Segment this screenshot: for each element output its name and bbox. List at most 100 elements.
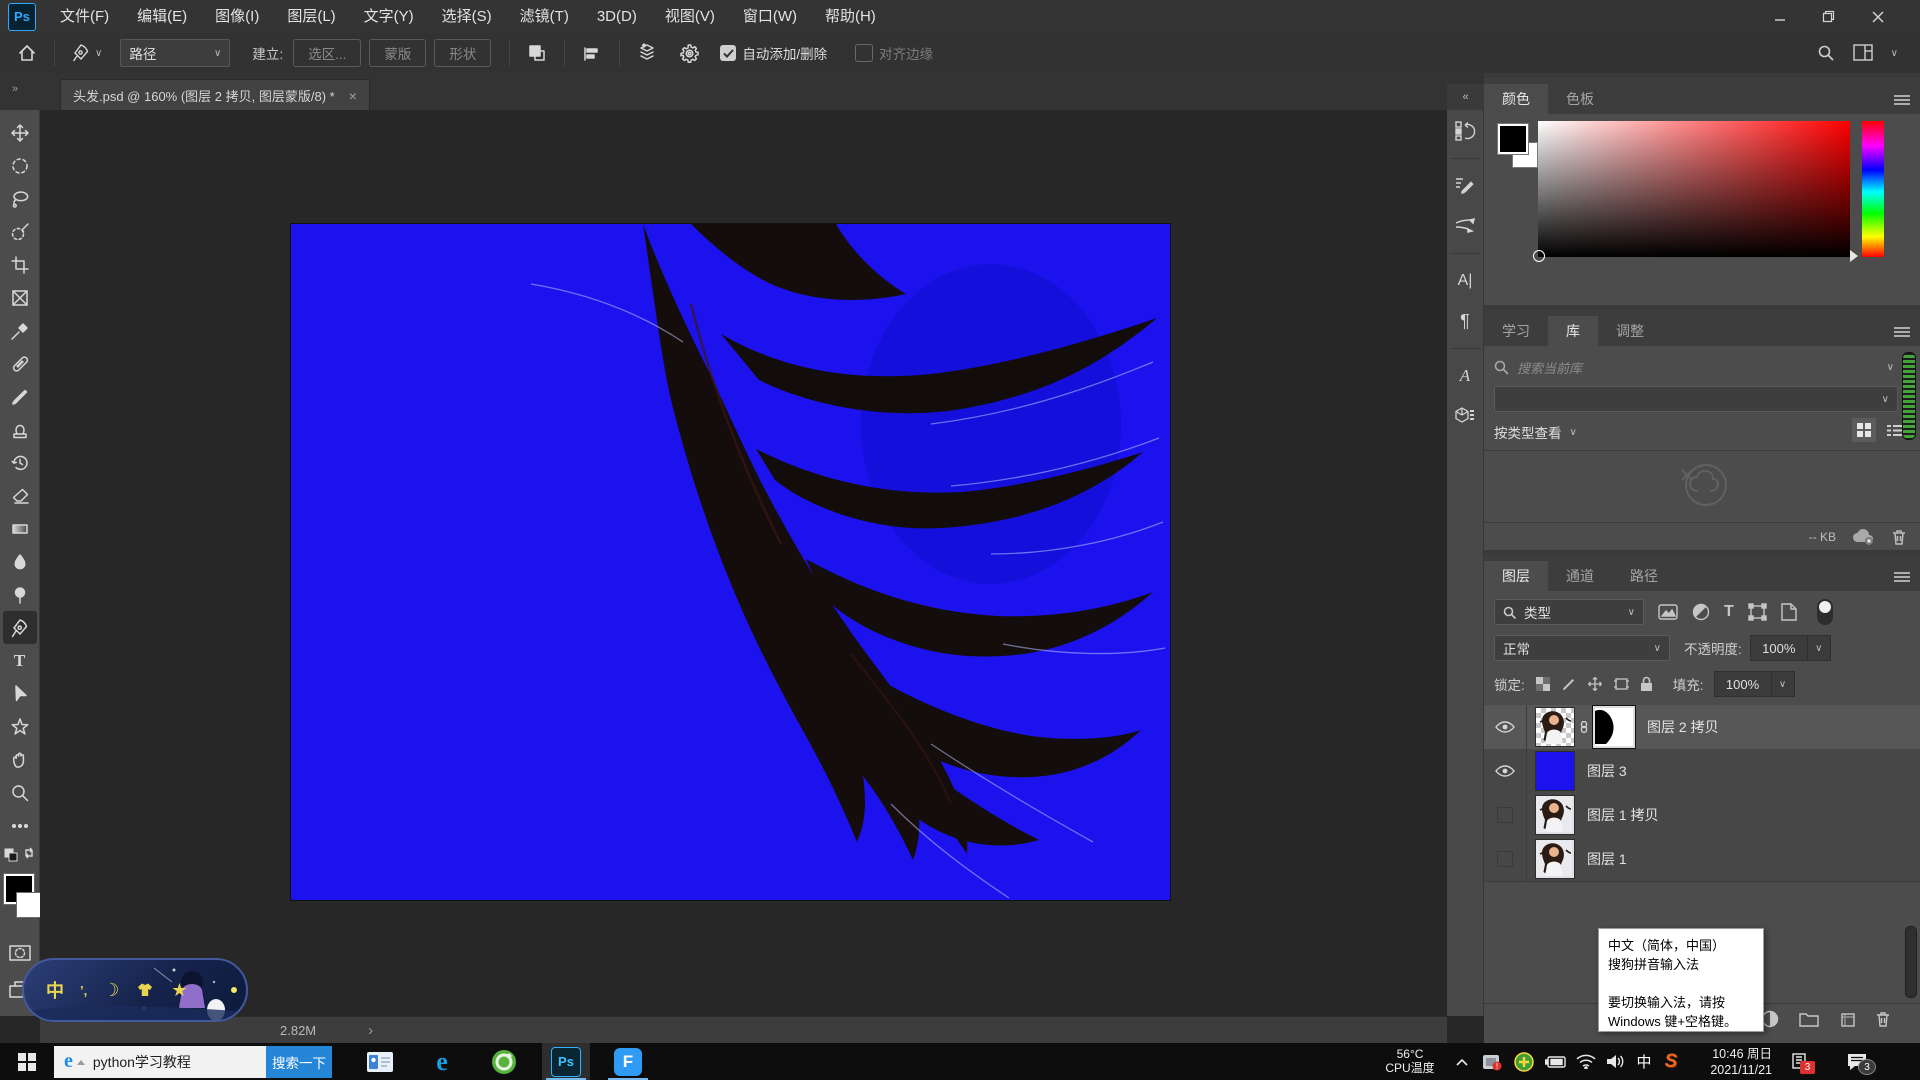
tray-expand-icon[interactable] <box>1450 1043 1474 1080</box>
tray-wifi-icon[interactable] <box>1572 1043 1600 1080</box>
status-expand-icon[interactable]: › <box>368 1022 373 1039</box>
library-search-input[interactable]: 搜索当前库 ∨ <box>1494 354 1894 380</box>
path-operations-icon[interactable] <box>520 37 554 70</box>
tab-channels[interactable]: 通道 <box>1548 561 1612 591</box>
toolbar-expand-icon[interactable]: » <box>12 83 18 95</box>
menu-window[interactable]: 窗口(W) <box>729 0 811 33</box>
blur-tool[interactable] <box>3 545 37 578</box>
lasso-tool[interactable] <box>3 182 37 215</box>
path-arrangement-icon[interactable] <box>630 37 664 70</box>
opacity-value[interactable]: 100% <box>1750 635 1808 661</box>
layer-row[interactable]: 图层 1 <box>1484 837 1920 882</box>
menu-file[interactable]: 文件(F) <box>46 0 123 33</box>
color-field-cursor[interactable] <box>1533 250 1545 262</box>
panel-menu-icon[interactable] <box>1894 571 1910 583</box>
filter-type-layers-icon[interactable]: T <box>1724 603 1734 621</box>
tab-learn[interactable]: 学习 <box>1484 316 1548 346</box>
path-alignment-icon[interactable] <box>575 37 609 70</box>
fill-value[interactable]: 100% <box>1714 671 1772 697</box>
glyphs-icon[interactable] <box>1452 403 1478 429</box>
cpu-temperature[interactable]: 56°CCPU温度 <box>1378 1047 1442 1075</box>
taskbar-f-app[interactable]: F <box>604 1043 652 1080</box>
menu-view[interactable]: 视图(V) <box>651 0 729 33</box>
tray-app-badge-icon[interactable]: 3 <box>1786 1043 1816 1080</box>
foreground-background-swatches[interactable] <box>3 872 37 928</box>
lock-artboard-icon[interactable] <box>1613 676 1630 692</box>
taskbar-edge-app[interactable]: e <box>418 1043 466 1080</box>
paragraph-panel-icon[interactable]: ¶ <box>1452 308 1478 334</box>
search-query[interactable]: python学习教程 <box>93 1052 191 1072</box>
tab-adjustments[interactable]: 调整 <box>1598 316 1662 346</box>
window-minimize-button[interactable] <box>1758 0 1802 33</box>
pasteboard[interactable] <box>40 110 1447 1016</box>
filter-toggle[interactable] <box>1817 599 1833 625</box>
visibility-toggle[interactable] <box>1484 837 1527 881</box>
pen-mode-select[interactable]: 路径∨ <box>120 39 230 67</box>
color-field[interactable] <box>1538 121 1850 257</box>
layers-scrollbar[interactable] <box>1905 926 1917 998</box>
menu-type[interactable]: 文字(Y) <box>350 0 428 33</box>
layer-name[interactable]: 图层 1 拷贝 <box>1587 805 1659 825</box>
menu-help[interactable]: 帮助(H) <box>811 0 890 33</box>
hue-slider[interactable] <box>1862 121 1884 257</box>
canvas-document[interactable] <box>291 224 1170 900</box>
background-color-swatch[interactable] <box>16 892 42 918</box>
sogou-ime-bar[interactable]: 中 ’, ☽ ★ <box>22 958 248 1022</box>
fill-dropdown-icon[interactable]: ∨ <box>1772 671 1795 697</box>
eraser-tool[interactable] <box>3 479 37 512</box>
visibility-toggle[interactable] <box>1484 749 1527 793</box>
taskbar-contacts-app[interactable] <box>356 1043 404 1080</box>
delete-layer-icon[interactable] <box>1876 1011 1890 1027</box>
layer-thumbnail[interactable] <box>1535 795 1575 835</box>
pen-tool[interactable] <box>3 611 37 644</box>
new-layer-icon[interactable] <box>1839 1011 1856 1027</box>
menu-filter[interactable]: 滤镜(T) <box>506 0 583 33</box>
search-icon[interactable] <box>1817 44 1835 62</box>
menu-select[interactable]: 选择(S) <box>428 0 506 33</box>
gradient-tool[interactable] <box>3 512 37 545</box>
character-panel-icon[interactable]: A| <box>1452 268 1478 294</box>
layer-name[interactable]: 图层 2 拷贝 <box>1647 717 1719 737</box>
menu-image[interactable]: 图像(I) <box>201 0 273 33</box>
panel-foreground-swatch[interactable] <box>1498 124 1528 154</box>
tab-swatches[interactable]: 色板 <box>1548 84 1612 114</box>
chevron-down-icon[interactable]: ∨ <box>1887 362 1894 373</box>
dodge-tool[interactable] <box>3 578 37 611</box>
filter-adjustment-layers-icon[interactable] <box>1692 603 1710 621</box>
tab-libraries[interactable]: 库 <box>1548 316 1598 346</box>
type-tool[interactable]: T <box>3 644 37 677</box>
sogou-skin-shirt-icon[interactable] <box>135 982 155 998</box>
zoom-tool[interactable] <box>3 776 37 809</box>
sogou-cn-mode[interactable]: 中 <box>46 977 64 1003</box>
layer-mask-thumbnail[interactable] <box>1593 706 1635 748</box>
grid-view-icon[interactable] <box>1852 418 1876 442</box>
tray-clock[interactable]: 10:46 周日2021/11/21 <box>1692 1046 1772 1078</box>
tab-color[interactable]: 颜色 <box>1484 84 1548 114</box>
opacity-dropdown-icon[interactable]: ∨ <box>1808 635 1831 661</box>
history-brush-tool[interactable] <box>3 446 37 479</box>
notification-center-icon[interactable]: 3 <box>1840 1043 1874 1080</box>
panel-menu-icon[interactable] <box>1894 94 1910 106</box>
visibility-toggle[interactable] <box>1484 705 1527 749</box>
lock-transparency-icon[interactable] <box>1535 676 1551 692</box>
auto-add-delete-checkbox[interactable] <box>720 45 736 61</box>
filter-shape-layers-icon[interactable] <box>1748 603 1767 621</box>
path-selection-tool[interactable] <box>3 677 37 710</box>
layer-row[interactable]: 图层 1 拷贝 <box>1484 793 1920 838</box>
spot-healing-tool[interactable] <box>3 347 37 380</box>
tray-sogou-icon[interactable]: S <box>1658 1043 1684 1080</box>
filter-pixel-layers-icon[interactable] <box>1658 603 1678 621</box>
new-group-icon[interactable] <box>1799 1011 1819 1027</box>
layer-row[interactable]: 图层 2 拷贝 <box>1484 705 1920 750</box>
close-tab-icon[interactable]: × <box>349 88 357 104</box>
document-tab[interactable]: 头发.psd @ 160% (图层 2 拷贝, 图层蒙版/8) * × <box>60 79 370 111</box>
history-icon[interactable] <box>1452 118 1478 144</box>
layer-thumbnail[interactable] <box>1535 839 1575 879</box>
layer-thumbnail[interactable] <box>1535 707 1575 747</box>
make-selection-button[interactable]: 选区... <box>293 39 361 67</box>
hue-slider-arrow[interactable] <box>1850 250 1858 262</box>
custom-shape-tool[interactable] <box>3 710 37 743</box>
frame-tool[interactable] <box>3 281 37 314</box>
cloud-status-icon[interactable] <box>1852 529 1876 545</box>
tray-battery-icon[interactable] <box>1542 1043 1570 1080</box>
